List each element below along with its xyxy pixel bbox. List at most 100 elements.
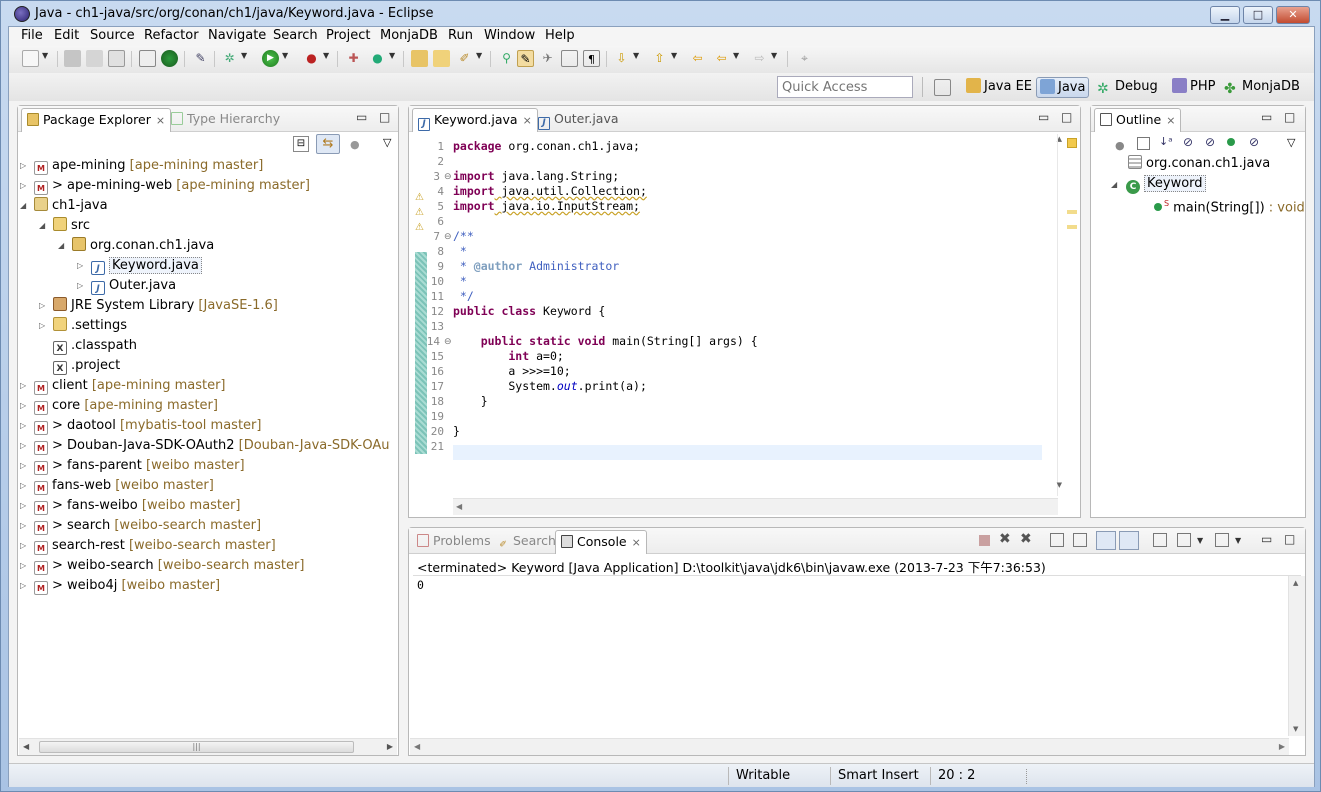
collapsed-arrow-icon[interactable]: ▷ [39,316,45,336]
maximize-view-icon[interactable]: □ [1284,532,1295,546]
title-bar[interactable]: Java - ch1-java/src/org/conan/ch1/java/K… [1,1,1321,27]
tree-item[interactable]: X .project [53,356,120,376]
scroll-down-icon[interactable]: ▼ [1293,725,1298,733]
open-type-icon[interactable] [411,50,428,67]
maximize-view-icon[interactable]: □ [379,110,390,124]
menu-project[interactable]: Project [323,28,373,43]
save-all-icon[interactable] [86,50,103,67]
collapsed-arrow-icon[interactable]: ▷ [20,396,26,416]
tree-item[interactable]: ▷ Mfans-web [weibo master] [20,476,214,496]
tree-item[interactable]: ▷ M > ape-mining-web [ape-mining master] [20,176,310,196]
tree-item[interactable]: ▷ Msearch-rest [weibo-search master] [20,536,276,556]
tree-item[interactable]: ▷ .settings [39,316,127,336]
close-tab-icon[interactable]: ⨯ [632,536,641,549]
collapsed-arrow-icon[interactable]: ▷ [77,256,83,276]
collapsed-arrow-icon[interactable]: ▷ [20,156,26,176]
expanded-arrow-icon[interactable]: ◢ [20,196,26,216]
console-horizontal-scrollbar[interactable]: ◀ ▶ [410,738,1289,755]
new-dropdown-icon[interactable]: ▼ [42,51,48,60]
display-console-icon[interactable] [1177,533,1191,547]
maximize-editor-icon[interactable]: □ [1061,110,1072,124]
tree-item[interactable]: ◢ src [39,216,90,236]
collapsed-arrow-icon[interactable]: ▷ [20,376,26,396]
menu-window[interactable]: Window [481,28,538,43]
expanded-arrow-icon[interactable]: ◢ [39,216,45,236]
tab-package-explorer[interactable]: Package Explorer ⨯ [21,108,172,132]
external-tools-icon[interactable]: ● [303,50,320,67]
collapsed-arrow-icon[interactable]: ▷ [20,476,26,496]
scroll-thumb[interactable]: ||| [39,741,354,753]
tree-item[interactable]: ▷ J Outer.java [77,276,176,296]
perspective-java-ee[interactable]: Java EE [963,77,1035,98]
minimize-button[interactable]: ▁ [1210,6,1240,24]
scroll-right-icon[interactable]: ▶ [387,742,393,751]
focus-icon[interactable]: ● [350,138,360,151]
tree-item[interactable]: ▷ M > weibo-search [weibo-search master] [20,556,304,576]
tree-item[interactable]: ◢ org.conan.ch1.java [58,236,214,256]
collapsed-arrow-icon[interactable]: ▷ [20,436,26,456]
tab-search[interactable]: ✐ Search [492,530,561,554]
quick-access-input[interactable] [777,76,913,98]
collapsed-arrow-icon[interactable]: ▷ [20,176,26,196]
editor-horizontal-scrollbar[interactable]: ◀ [453,498,1058,515]
overview-warning-marker[interactable] [1067,138,1077,148]
show-whitespace-icon[interactable] [561,50,578,67]
menu-source[interactable]: Source [87,28,138,43]
hide-nonpublic-icon[interactable] [1227,138,1235,146]
collapse-all-icon[interactable] [1137,137,1150,150]
tree-item[interactable]: ◢ ch1-java [20,196,108,216]
menu-navigate[interactable]: Navigate [205,28,269,43]
hide-fields-icon[interactable]: ⊘ [1183,135,1193,149]
forward-dropdown-icon[interactable]: ▼ [771,51,777,60]
maximize-button[interactable]: □ [1243,6,1273,24]
tab-console[interactable]: Console ⨯ [555,530,647,554]
next-annotation-icon[interactable]: ⚲ [498,50,515,67]
collapsed-arrow-icon[interactable]: ▷ [20,416,26,436]
scroll-left-icon[interactable]: ◀ [23,742,29,751]
overview-warning-marker[interactable] [1067,210,1077,214]
view-menu-icon[interactable]: ▽ [1287,136,1295,149]
new-class-dropdown-icon[interactable]: ▼ [389,51,395,60]
previous-edit-dropdown-icon[interactable]: ▼ [671,51,677,60]
remove-all-launches-icon[interactable]: ✖ [1020,531,1032,547]
next-edit-dropdown-icon[interactable]: ▼ [633,51,639,60]
close-tab-icon[interactable]: ⨯ [1166,114,1175,127]
tree-item[interactable]: ▷ M > daotool [mybatis-tool master] [20,416,261,436]
minimize-view-icon[interactable]: ▭ [1261,110,1272,124]
expanded-arrow-icon[interactable]: ◢ [1111,180,1117,189]
tree-item[interactable]: ▷ M > Douban-Java-SDK-OAuth2 [Douban-Java-… [20,436,390,456]
last-edit-icon[interactable]: ⇦ [689,50,706,67]
close-button[interactable]: ✕ [1276,6,1310,24]
tab-problems[interactable]: Problems [412,530,496,554]
mark-occurrences-icon[interactable]: ✎ [192,50,209,67]
tree-item[interactable]: ▷ J Keyword.java [77,256,202,276]
menu-refactor[interactable]: Refactor [141,28,202,43]
menu-monjadb[interactable]: MonjaDB [377,28,441,43]
horizontal-scrollbar[interactable]: ◀ ||| ▶ [19,738,397,755]
toggle-ant-icon[interactable] [161,50,178,67]
scroll-right-icon[interactable]: ▶ [1279,742,1285,751]
print-icon[interactable] [108,50,125,67]
binary-icon[interactable] [139,50,156,67]
save-icon[interactable] [64,50,81,67]
debug-dropdown-icon[interactable]: ▼ [241,51,247,60]
scroll-down-icon[interactable]: ▼ [1057,481,1062,489]
menu-file[interactable]: File [18,28,46,43]
remove-launch-icon[interactable]: ✖ [999,531,1011,547]
tab-outline[interactable]: Outline ⨯ [1094,108,1182,132]
hide-static-icon[interactable]: ⊘ [1205,135,1215,149]
minimize-editor-icon[interactable]: ▭ [1038,110,1049,124]
back-icon[interactable]: ⇦ [713,50,730,67]
next-edit-icon[interactable]: ⇩ [613,50,630,67]
collapsed-arrow-icon[interactable]: ▷ [20,556,26,576]
open-console-icon[interactable] [1215,533,1229,547]
show-on-stdout-icon[interactable] [1096,531,1116,550]
close-tab-icon[interactable]: ⨯ [523,114,532,127]
code-editor[interactable]: 1 2 3 4 5 6 7 8 9 10 11 12 13 14 15 16 1… [409,133,1049,503]
new-java-project-icon[interactable]: ✚ [345,50,362,67]
collapsed-arrow-icon[interactable]: ▷ [20,496,26,516]
scroll-left-icon[interactable]: ◀ [456,502,462,511]
fold-icon[interactable]: ⊖ [444,172,452,182]
open-perspective-icon[interactable] [934,79,951,96]
clear-console-icon[interactable] [1050,533,1064,547]
